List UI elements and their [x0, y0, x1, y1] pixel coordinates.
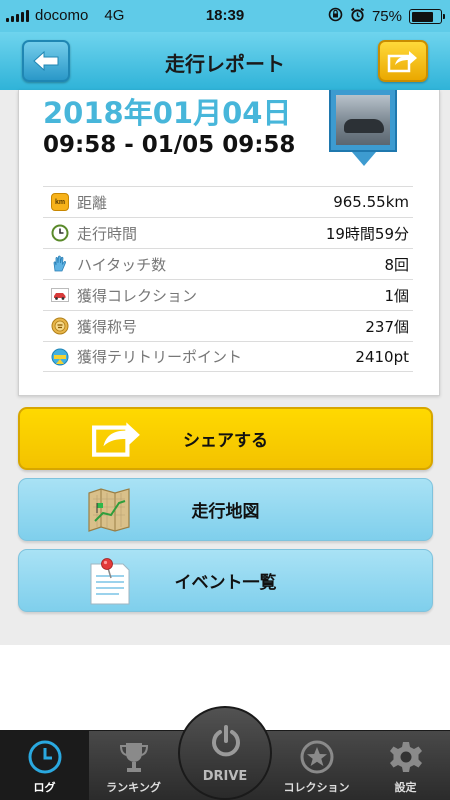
event-list-button[interactable]: イベント一覧 — [18, 549, 433, 612]
tab-log[interactable]: ログ — [0, 731, 89, 800]
share-icon — [387, 51, 417, 73]
stat-value: 965.55km — [333, 193, 409, 211]
report-content: 2018年01月04日 09:58 - 01/05 09:58 km 距離 96… — [0, 90, 450, 645]
stat-label: 走行時間 — [77, 224, 138, 243]
stat-row-distance: km 距離 965.55km — [43, 186, 413, 217]
share-button[interactable]: シェアする — [18, 407, 433, 470]
title-badge-icon — [51, 317, 69, 335]
share-header-button[interactable] — [378, 40, 428, 82]
tab-ranking-label: ランキング — [106, 781, 161, 794]
battery-percent: 75% — [371, 8, 402, 25]
power-icon — [212, 725, 240, 757]
car-photo-marker[interactable] — [329, 90, 397, 152]
stat-label: ハイタッチ数 — [77, 255, 167, 274]
drive-map-button-label: 走行地図 — [191, 502, 260, 522]
clock-icon — [51, 224, 69, 242]
stat-row-territory-points: 獲得テリトリーポイント 2410pt — [43, 341, 413, 372]
status-bar: docomo 4G 18:39 75% — [0, 0, 450, 32]
car-photo — [336, 95, 390, 145]
stat-label: 距離 — [77, 193, 108, 212]
spot-icon — [51, 348, 69, 366]
nav-header: 走行レポート — [0, 32, 450, 90]
tab-log-label: ログ — [33, 781, 56, 794]
stat-label: 獲得テリトリーポイント — [77, 348, 243, 366]
tab-collection-label: コレクション — [283, 781, 350, 794]
tab-collection[interactable]: コレクション — [272, 731, 361, 800]
battery-icon — [409, 9, 445, 24]
drive-button-label: DRIVE — [202, 769, 248, 784]
stat-value: 19時間59分 — [325, 224, 409, 243]
stat-value: 237個 — [365, 317, 409, 336]
car-icon — [51, 286, 69, 304]
stat-row-collection: 獲得コレクション 1個 — [43, 279, 413, 310]
stat-value: 2410pt — [355, 347, 409, 366]
stat-label: 獲得コレクション — [77, 286, 198, 305]
drive-map-button[interactable]: 走行地図 — [18, 478, 433, 541]
report-card: 2018年01月04日 09:58 - 01/05 09:58 km 距離 96… — [18, 90, 440, 396]
stat-label: 獲得称号 — [77, 317, 138, 336]
star-badge-icon — [300, 740, 333, 774]
trophy-icon — [119, 743, 148, 772]
tab-settings[interactable]: 設定 — [361, 731, 450, 800]
report-time-range: 09:58 - 01/05 09:58 — [43, 132, 296, 158]
drive-button[interactable]: DRIVE — [178, 706, 272, 800]
report-date: 2018年01月04日 — [43, 96, 292, 130]
rotation-lock-icon — [328, 7, 343, 26]
km-icon: km — [51, 193, 69, 211]
log-clock-icon — [28, 740, 61, 774]
stat-value: 1個 — [384, 286, 409, 305]
event-list-button-label: イベント一覧 — [174, 573, 277, 593]
tab-ranking[interactable]: ランキング — [89, 731, 178, 800]
share-button-label: シェアする — [183, 431, 268, 451]
hand-icon — [51, 255, 69, 273]
gear-icon — [389, 742, 422, 772]
stat-row-titles: 獲得称号 237個 — [43, 310, 413, 341]
tab-settings-label: 設定 — [394, 781, 417, 794]
stat-row-high-touch: ハイタッチ数 8回 — [43, 248, 413, 279]
marker-pin — [352, 152, 376, 166]
stat-row-drive-time: 走行時間 19時間59分 — [43, 217, 413, 248]
stats-list: km 距離 965.55km 走行時間 19時間59分 ハイタッチ数 8回 獲得… — [43, 186, 413, 372]
alarm-icon — [350, 7, 365, 26]
stat-value: 8回 — [384, 255, 409, 274]
